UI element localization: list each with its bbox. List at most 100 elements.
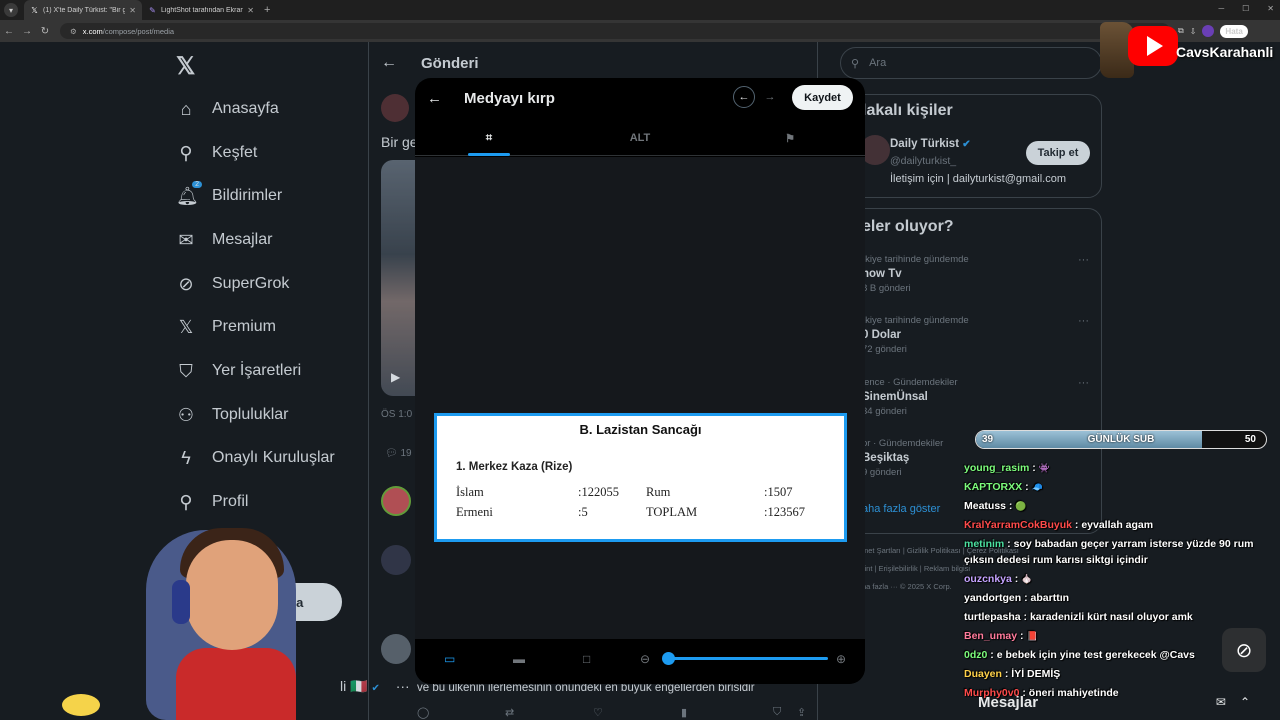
chat-username[interactable]: young_rasim <box>964 462 1029 474</box>
chat-emote-icon: 👾 <box>1038 463 1050 473</box>
chat-separator: : <box>1001 668 1012 680</box>
chat-separator: : <box>1020 611 1030 623</box>
table-cell: TOPLAM <box>646 505 698 519</box>
chat-username[interactable]: Ben_umay <box>964 630 1017 642</box>
reload-icon[interactable]: ↻ <box>36 26 54 37</box>
tab-flag[interactable]: ⚑ <box>770 120 810 156</box>
headset-icon <box>172 580 190 624</box>
new-tab-icon[interactable]: + <box>264 4 270 16</box>
messages-dock-title: Mesajlar <box>978 693 1039 711</box>
chat-text: soy babadan geçer yarram isterse yüzde 9… <box>1013 538 1254 550</box>
chat-text: çıksın dedesi rum karısı siktgi içindir <box>964 554 1148 566</box>
chat-message: Duayen : İYİ DEMİŞ <box>964 666 1060 682</box>
table-cell: :5 <box>578 505 588 519</box>
chat-separator: : <box>1029 462 1039 474</box>
zoom-slider-handle[interactable] <box>662 652 675 665</box>
dialog-footer: ▭ ▬ □ ⊖ ⊕ <box>415 640 865 684</box>
chat-message: Meatuss : 🟢 <box>964 498 1027 514</box>
chat-username[interactable]: Duayen <box>964 668 1002 680</box>
site-info-icon[interactable]: ⚙ <box>70 27 77 36</box>
next-media-button[interactable]: → <box>759 86 781 108</box>
crop-icon: ⌗ <box>485 131 493 144</box>
sub-goal-label: GÜNLÜK SUB <box>1087 434 1155 445</box>
aspect-square-icon[interactable]: □ <box>583 652 590 666</box>
chat-username[interactable]: Meatuss <box>964 500 1006 512</box>
previous-media-button[interactable]: ← <box>733 86 755 108</box>
close-tab-icon[interactable]: ✕ <box>247 6 254 15</box>
table-cell: :122055 <box>578 485 619 499</box>
crop-canvas[interactable]: B. Lazistan Sancağı 1. Merkez Kaza (Rize… <box>415 157 865 639</box>
extension-icon[interactable]: ⧉ <box>1178 26 1184 36</box>
back-icon[interactable]: ← <box>0 26 18 37</box>
close-tab-icon[interactable]: ✕ <box>129 6 136 15</box>
tab-search-button[interactable]: ▾ <box>4 3 18 17</box>
chat-separator: : <box>1011 573 1022 585</box>
forward-icon[interactable]: → <box>18 26 36 37</box>
chat-text: İYİ DEMİŞ <box>1011 668 1061 680</box>
chat-message: turtlepasha : karadenizli kürt nasıl olu… <box>964 609 1193 625</box>
close-window-icon[interactable]: ✕ <box>1267 4 1274 13</box>
chat-emote-icon: 🧄 <box>1021 574 1033 584</box>
chat-separator: : <box>987 649 997 661</box>
zoom-in-icon[interactable]: ⊕ <box>836 652 846 666</box>
chat-message: 0dz0 : e bebek için yine test gerekecek … <box>964 647 1195 663</box>
x-icon: 𝕏 <box>31 5 38 15</box>
chat-message: KralYarramCokBuyuk : eyvallah agam <box>964 517 1153 533</box>
url-path: /compose/post/media <box>102 26 175 36</box>
tab-alt[interactable]: ALT <box>615 120 665 156</box>
chat-message: ouzcnkya : 🧄 <box>964 571 1032 587</box>
browser-tab-active[interactable]: 𝕏 (1) X'te Daily Türkist: "Bir genç... ✕ <box>24 0 142 20</box>
aspect-wide-icon[interactable]: ▬ <box>513 652 525 666</box>
chat-text: e bebek için yine test gerekecek @Cavs <box>996 649 1195 661</box>
active-tab-indicator <box>468 153 510 156</box>
chat-username[interactable]: KralYarramCokBuyuk <box>964 519 1072 531</box>
grok-floating-icon[interactable]: ⊘ <box>1222 628 1266 672</box>
chat-emote-icon: 🧢 <box>1031 482 1043 492</box>
save-button[interactable]: Kaydet <box>792 85 853 110</box>
table-cell: Ermeni <box>456 505 493 519</box>
chat-separator: : <box>1071 519 1082 531</box>
chat-username[interactable]: 0dz0 <box>964 649 987 661</box>
browser-tab[interactable]: ✎ LightShot tarafından Ekran Görü... ✕ <box>142 0 260 20</box>
chat-username[interactable]: ouzcnkya <box>964 573 1012 585</box>
chat-separator: : <box>1004 538 1014 550</box>
minimize-icon[interactable]: ─ <box>1218 4 1224 13</box>
error-chip[interactable]: Hata <box>1220 24 1248 38</box>
table-cell: Rum <box>646 485 671 499</box>
maximize-icon[interactable]: ☐ <box>1242 4 1249 13</box>
youtube-logo-icon <box>1128 26 1178 66</box>
zoom-slider-track[interactable] <box>670 657 828 660</box>
chat-text: eyvallah agam <box>1081 519 1154 531</box>
table-cell: :1507 <box>764 485 793 499</box>
back-arrow-icon[interactable]: ← <box>427 90 442 107</box>
chat-message: Ben_umay : 📕 <box>964 628 1038 644</box>
chat-emote-icon: 🟢 <box>1015 501 1027 511</box>
crop-media-dialog: ← Medyayı kırp ← → Kaydet ⌗ ALT ⚑ B. Laz… <box>415 78 865 684</box>
new-message-icon[interactable]: ✉ <box>1216 695 1226 709</box>
dialog-tabs: ⌗ ALT ⚑ <box>415 120 865 156</box>
table-cell: :123567 <box>764 505 805 519</box>
messages-dock[interactable]: Mesajlar ✉ ⌃ <box>964 684 1264 720</box>
document-subtitle: 1. Merkez Kaza (Rize) <box>456 461 573 473</box>
download-icon[interactable]: ⇩ <box>1190 27 1197 36</box>
window-controls: ─ ☐ ✕ <box>1218 4 1274 13</box>
aspect-original-icon[interactable]: ▭ <box>444 652 455 666</box>
feather-icon: ✎ <box>149 5 156 15</box>
profile-avatar[interactable] <box>1202 25 1215 37</box>
sub-goal-bar: 39 GÜNLÜK SUB 50 <box>975 430 1267 449</box>
zoom-out-icon[interactable]: ⊖ <box>640 652 650 666</box>
url-input[interactable]: ⚙ x.com /compose/post/media <box>60 23 1170 39</box>
channel-name: CavsKarahanli <box>1176 44 1274 60</box>
address-bar: ← → ↻ ⚙ x.com /compose/post/media ⧉ ⇩ Ha… <box>0 20 1280 42</box>
expand-up-icon[interactable]: ⌃ <box>1240 695 1250 709</box>
chat-username[interactable]: metinim <box>964 538 1004 550</box>
chat-username[interactable]: turtlepasha <box>964 611 1021 623</box>
chat-username[interactable]: KAPTORXX <box>964 481 1022 493</box>
chat-emote-icon: 📕 <box>1026 631 1038 641</box>
crop-area[interactable]: B. Lazistan Sancağı 1. Merkez Kaza (Rize… <box>434 413 847 542</box>
dialog-title: Medyayı kırp <box>464 89 555 107</box>
chat-username[interactable]: yandortgen <box>964 592 1021 604</box>
chat-message: young_rasim : 👾 <box>964 460 1050 476</box>
sub-goal-target: 50 <box>1244 434 1256 445</box>
tab-crop[interactable]: ⌗ <box>468 120 510 156</box>
